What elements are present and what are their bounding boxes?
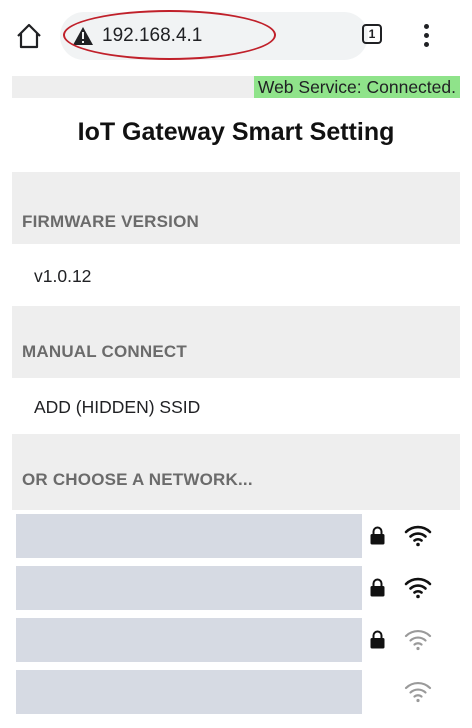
add-hidden-ssid-label[interactable]: ADD (HIDDEN) SSID	[34, 397, 200, 418]
firmware-version-value: v1.0.12	[34, 266, 92, 286]
wifi-icon	[404, 681, 432, 703]
address-bar[interactable]: 192.168.4.1	[60, 12, 368, 60]
add-hidden-ssid-row[interactable]: ADD (HIDDEN) SSID	[12, 378, 460, 434]
manual-connect-section-label: MANUAL CONNECT	[22, 342, 187, 361]
tabs-icon: 1	[362, 24, 382, 44]
lock-icon	[370, 526, 385, 545]
connection-status-badge: Web Service: Connected.	[253, 76, 460, 98]
network-section-header: OR CHOOSE A NETWORK...	[12, 434, 460, 510]
more-vert-icon[interactable]	[417, 23, 437, 49]
firmware-section-header: FIRMWARE VERSION	[12, 172, 460, 244]
home-icon[interactable]	[15, 22, 43, 50]
lock-icon	[370, 578, 385, 597]
network-section-label: OR CHOOSE A NETWORK...	[22, 470, 253, 489]
redacted-ssid	[16, 618, 362, 662]
wifi-icon	[404, 629, 432, 651]
wifi-icon	[404, 525, 432, 547]
firmware-section-label: FIRMWARE VERSION	[22, 212, 199, 231]
url-text[interactable]: 192.168.4.1	[102, 25, 202, 47]
tab-count: 1	[368, 27, 376, 41]
network-item[interactable]	[12, 510, 460, 562]
network-item[interactable]	[12, 666, 460, 718]
tab-switcher-button[interactable]: 1	[362, 24, 384, 46]
manual-connect-section-header: MANUAL CONNECT	[12, 306, 460, 378]
browser-toolbar: 192.168.4.1 1	[0, 0, 472, 72]
lock-icon	[370, 630, 385, 649]
page-title: IoT Gateway Smart Setting	[77, 118, 395, 146]
firmware-version-row: v1.0.12	[12, 244, 460, 306]
wifi-icon	[404, 577, 432, 599]
warning-icon[interactable]	[72, 26, 94, 46]
redacted-ssid	[16, 670, 362, 714]
redacted-ssid	[16, 514, 362, 558]
network-item[interactable]	[12, 614, 460, 666]
network-item[interactable]	[12, 562, 460, 614]
redacted-ssid	[16, 566, 362, 610]
